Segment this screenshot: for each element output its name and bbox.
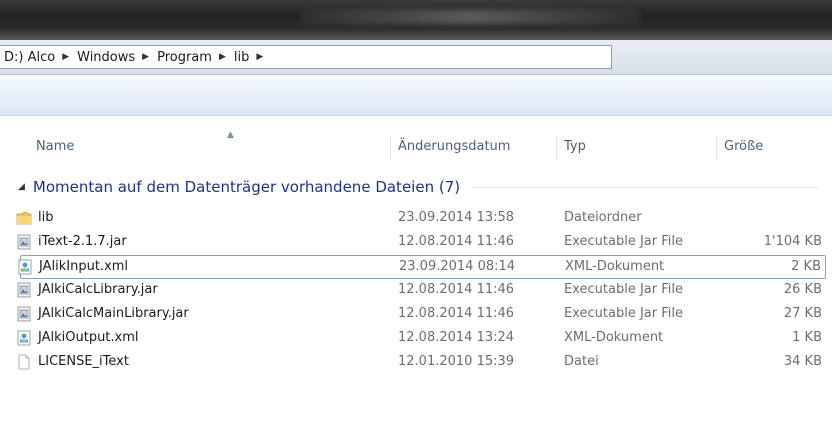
file-size: 26 KB [783, 282, 822, 297]
file-list-view: Name ▲ Änderungsdatum Typ Größe ◢ Moment… [0, 116, 832, 444]
file-name: JAlkiCalcLibrary.jar [38, 282, 158, 297]
breadcrumb-windows[interactable]: Windows [77, 50, 135, 65]
column-divider[interactable] [556, 136, 557, 160]
chevron-right-icon[interactable]: ▶ [219, 52, 226, 62]
file-row[interactable]: LICENSE_iText 12.01.2010 15:39 Datei 34 KB [18, 351, 826, 375]
file-modified-date: 12.01.2010 15:39 [398, 354, 515, 369]
column-header-type-label: Typ [564, 139, 586, 154]
window-title-bar [0, 0, 832, 40]
file-name: LICENSE_iText [38, 354, 129, 369]
breadcrumb-drive[interactable]: D:) Alco [4, 50, 55, 65]
file-type: Executable Jar File [564, 306, 683, 321]
file-row[interactable]: JAlkiCalcLibrary.jar 12.08.2014 11:46 Exec… [17, 279, 826, 303]
sort-ascending-icon: ▲ [227, 130, 234, 140]
file-modified-date: 12.08.2014 13:24 [398, 330, 515, 345]
group-label: Momentan auf dem Datenträger vorhandene … [32, 178, 461, 196]
file-modified-date: 23.09.2014 08:14 [399, 259, 516, 274]
file-type: Executable Jar File [564, 282, 683, 297]
file-size: 27 KB [783, 306, 822, 321]
xml-file-icon [16, 330, 32, 346]
file-type: XML-Dokument [564, 330, 664, 345]
file-row[interactable]: JAlkiOutput.xml 12.08.2014 13:24 XML-Dokum… [17, 327, 826, 351]
file-size: 1 KB [792, 330, 822, 345]
address-bar: D:) Alco ▶ Windows ▶ Program ▶ lib ▶ [0, 40, 832, 75]
file-row[interactable]: JAlkiCalcMainLibrary.jar 12.08.2014 11:46… [17, 303, 826, 327]
file-modified-date: 12.08.2014 11:46 [398, 306, 515, 321]
file-size: 2 KB [791, 259, 821, 274]
folder-icon [16, 210, 32, 226]
file-name: JAlkiOutput.xml [38, 330, 139, 345]
column-header-date[interactable]: Änderungsdatum [392, 134, 552, 160]
column-header-date-label: Änderungsdatum [398, 139, 511, 154]
window-title-blurred [300, 10, 640, 24]
xml-file-icon [17, 259, 33, 275]
file-name: iText-2.1.7.jar [38, 234, 127, 249]
chevron-right-icon[interactable]: ▶ [142, 52, 149, 62]
collapse-triangle-icon[interactable]: ◢ [18, 182, 25, 192]
file-modified-date: 23.09.2014 13:58 [398, 210, 515, 225]
column-divider[interactable] [716, 136, 717, 160]
file-size: 1'104 KB [763, 234, 822, 249]
blank-file-icon [16, 354, 32, 370]
jar-file-icon [16, 306, 32, 322]
file-row[interactable]: iText-2.1.7.jar 12.08.2014 11:46 Executabl… [17, 231, 826, 255]
file-row[interactable]: lib 23.09.2014 13:58 Dateiordner [16, 207, 826, 231]
column-header-name-label: Name [36, 139, 75, 154]
column-header-type[interactable]: Typ [558, 134, 708, 160]
file-size: 34 KB [783, 354, 822, 369]
file-row[interactable]: JAlikInput.xml 23.09.2014 08:14 XML-Dokume… [17, 255, 826, 279]
file-name: JAlkiCalcMainLibrary.jar [38, 306, 189, 321]
breadcrumb[interactable]: D:) Alco ▶ Windows ▶ Program ▶ lib ▶ [0, 45, 612, 69]
file-name: JAlikInput.xml [39, 259, 129, 274]
chevron-right-icon[interactable]: ▶ [62, 52, 69, 62]
breadcrumb-lib[interactable]: lib [234, 50, 249, 65]
file-type: Datei [564, 354, 599, 369]
group-header[interactable]: ◢ Momentan auf dem Datenträger vorhanden… [18, 176, 818, 198]
breadcrumb-program[interactable]: Program [157, 50, 212, 65]
file-type: Dateiordner [564, 210, 642, 225]
file-modified-date: 12.08.2014 11:46 [398, 234, 515, 249]
chevron-right-icon[interactable]: ▶ [256, 52, 263, 62]
group-divider [472, 186, 818, 188]
column-divider[interactable] [390, 136, 391, 160]
file-modified-date: 12.08.2014 11:46 [398, 282, 515, 297]
column-header-size-label: Größe [724, 139, 764, 154]
file-type: Executable Jar File [564, 234, 683, 249]
column-header-name[interactable]: Name ▲ [30, 130, 390, 160]
command-toolbar [0, 75, 832, 116]
jar-file-icon [16, 234, 32, 250]
file-name: lib [38, 210, 54, 225]
jar-file-icon [16, 282, 32, 298]
column-header-row: Name ▲ Änderungsdatum Typ Größe [0, 130, 832, 160]
column-header-size[interactable]: Größe [718, 134, 828, 160]
file-type: XML-Dokument [565, 259, 665, 274]
